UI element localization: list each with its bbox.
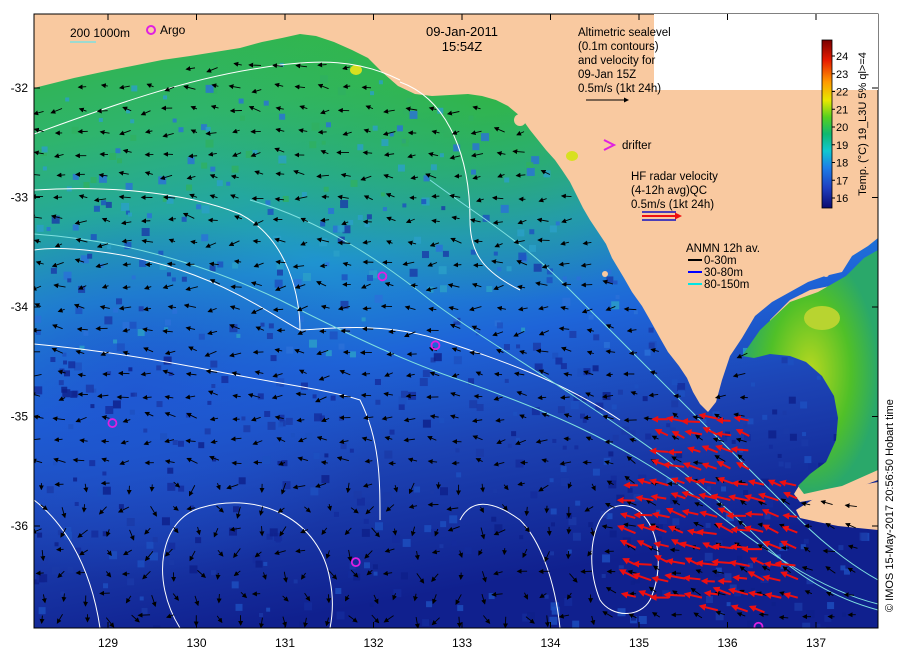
x-tick-label: 135 xyxy=(629,636,649,650)
x-tick-label: 130 xyxy=(186,636,206,650)
y-tick-label: -36 xyxy=(11,519,29,533)
anmn-item-0-label: 0-30m xyxy=(704,255,737,267)
x-tick-label: 137 xyxy=(806,636,826,650)
colorbar-tick-label: 18 xyxy=(836,158,848,170)
isobath-legend: 200 1000m xyxy=(70,26,130,43)
colorbar-tick-label: 21 xyxy=(836,104,848,116)
hf-radar-legend-line-2: (4-12h avg)QC xyxy=(631,185,707,197)
y-tick-label: -32 xyxy=(11,81,29,95)
map-plot xyxy=(34,14,878,628)
isobath-legend-label: 200 1000m xyxy=(70,26,130,40)
anmn-item-1-label: 30-80m xyxy=(704,267,743,279)
colorbar-tick-label: 16 xyxy=(836,193,848,205)
altimetry-legend: Altimetric sealevel (0.1m contours) and … xyxy=(578,14,878,103)
x-tick-label: 133 xyxy=(452,636,472,650)
altimetry-legend-line-3: and velocity for xyxy=(578,55,656,67)
colorbar-tick-label: 20 xyxy=(836,122,848,134)
altimetry-legend-line-5: 0.5m/s (1kt 24h) xyxy=(578,83,661,95)
drifter-legend-label: drifter xyxy=(622,140,652,152)
altimetry-legend-line-1: Altimetric sealevel xyxy=(578,27,671,39)
map-date: 09-Jan-2011 xyxy=(426,24,498,39)
argo-legend-label: Argo xyxy=(160,23,186,37)
colorbar-title: Temp. (°C) 19_L3U 5% ql>=4 xyxy=(857,52,869,196)
y-tick-label: -34 xyxy=(11,300,29,314)
x-tick-label: 134 xyxy=(540,636,560,650)
y-tick-label: -33 xyxy=(11,191,29,205)
colorbar-tick-label: 22 xyxy=(836,87,848,99)
colorbar-tick-label: 19 xyxy=(836,140,848,152)
imos-credit: © IMOS 15-May-2017 20:56:50 Hobart time xyxy=(884,399,896,612)
anmn-item-2-label: 80-150m xyxy=(704,279,749,291)
colorbar-ramp xyxy=(821,39,833,209)
altimetry-legend-line-4: 09-Jan 15Z xyxy=(578,69,636,81)
y-tick-label: -35 xyxy=(11,410,29,424)
x-tick-label: 136 xyxy=(717,636,737,650)
altimetry-legend-line-2: (0.1m contours) xyxy=(578,41,659,53)
map-time: 15:54Z xyxy=(442,39,483,54)
sst-map-figure: 200 1000m Argo 09-Jan-2011 15:54Z Altime… xyxy=(11,13,896,650)
anmn-legend-title: ANMN 12h av. xyxy=(686,243,760,255)
colorbar-tick-label: 24 xyxy=(836,51,848,63)
x-tick-label: 131 xyxy=(275,636,295,650)
x-tick-label: 132 xyxy=(363,636,383,650)
colorbar-tick-label: 17 xyxy=(836,175,848,187)
hf-radar-legend-line-3: 0.5m/s (1kt 24h) xyxy=(631,199,714,211)
hf-radar-legend-line-1: HF radar velocity xyxy=(631,171,718,183)
colorbar-tick-label: 23 xyxy=(836,69,848,81)
x-tick-label: 129 xyxy=(98,636,118,650)
